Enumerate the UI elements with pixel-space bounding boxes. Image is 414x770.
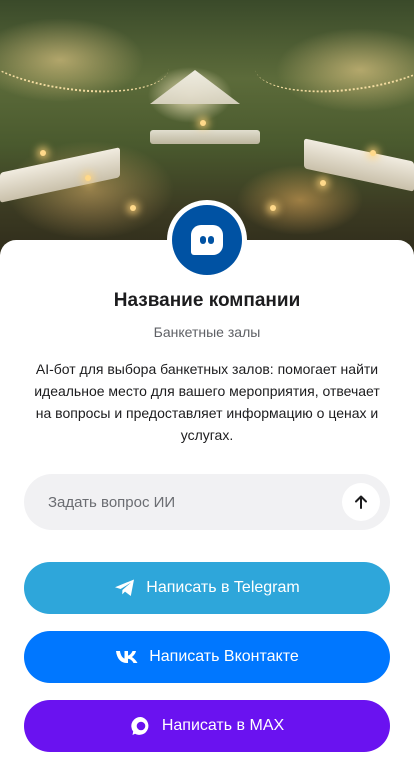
vk-icon: [115, 650, 139, 664]
vk-button[interactable]: Написать Вконтакте: [24, 631, 390, 683]
banquet-table: [150, 130, 260, 144]
candle: [320, 180, 326, 186]
candle: [370, 150, 376, 156]
telegram-icon: [114, 578, 136, 598]
candle: [130, 205, 136, 211]
candle: [40, 150, 46, 156]
chat-bot-icon: [191, 225, 223, 255]
telegram-button[interactable]: Написать в Telegram: [24, 562, 390, 614]
banquet-table: [0, 147, 120, 203]
send-button[interactable]: [342, 483, 380, 521]
candle: [85, 175, 91, 181]
candle: [270, 205, 276, 211]
telegram-button-label: Написать в Telegram: [146, 579, 300, 596]
ask-ai-input[interactable]: [48, 493, 342, 511]
arrow-up-icon: [355, 495, 367, 509]
max-icon: [130, 715, 152, 737]
company-name: Название компании: [113, 290, 301, 311]
company-category: Банкетные залы: [153, 324, 261, 340]
candle: [200, 120, 206, 126]
ask-ai-field[interactable]: [24, 474, 390, 530]
vk-button-label: Написать Вконтакте: [149, 648, 299, 665]
company-description: AI-бот для выбора банкетных залов: помог…: [34, 361, 380, 443]
company-avatar: [167, 200, 247, 280]
string-lights: [250, 6, 414, 104]
max-button[interactable]: Написать в MAX: [24, 700, 390, 752]
max-button-label: Написать в MAX: [161, 717, 285, 734]
string-lights: [0, 6, 174, 104]
